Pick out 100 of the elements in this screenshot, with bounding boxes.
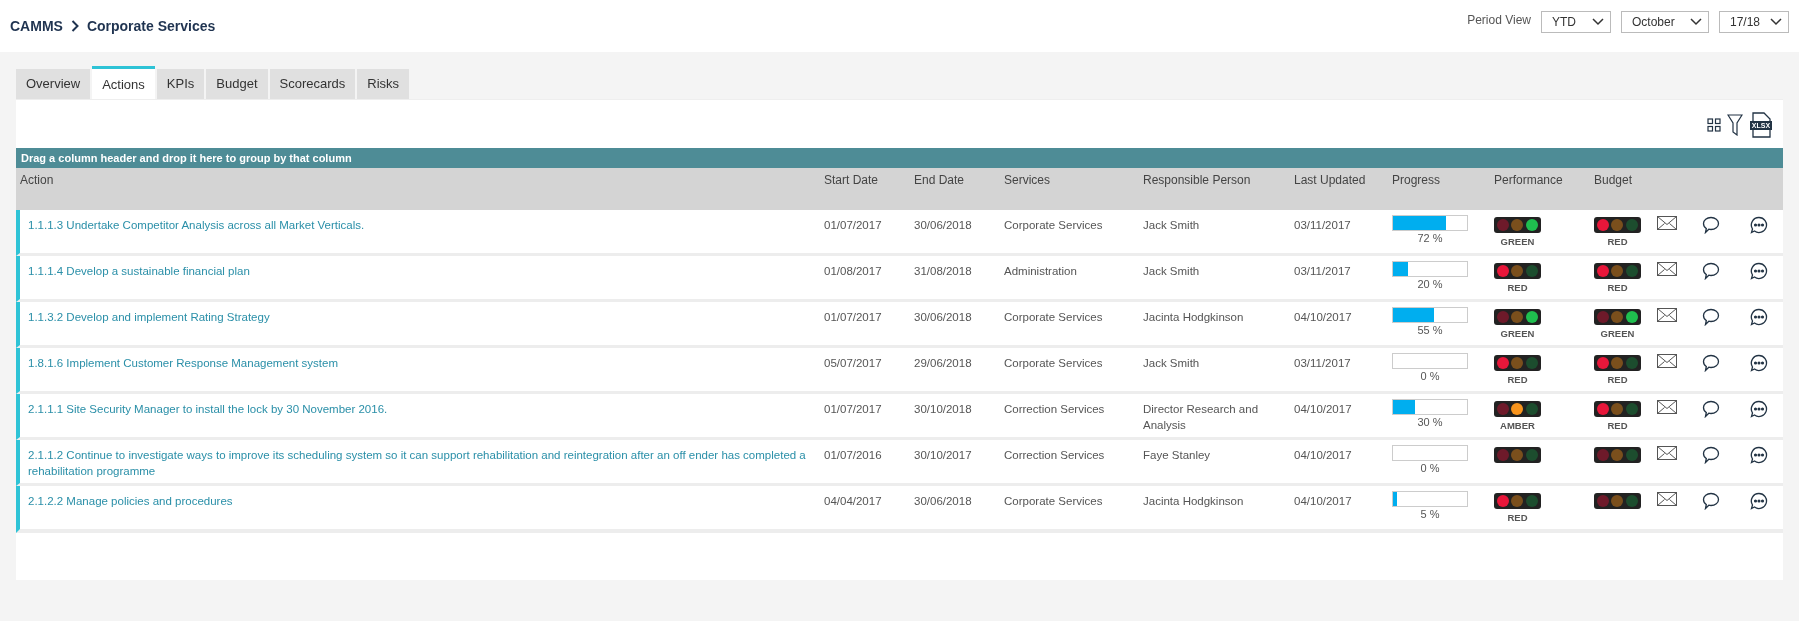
breadcrumb-item: Corporate Services xyxy=(86,18,216,34)
column-header[interactable]: Services xyxy=(1004,168,1143,210)
progress-percent: 0 % xyxy=(1419,370,1441,382)
chevron-down-icon xyxy=(1770,18,1782,26)
table-cell-text: 03/11/2017 xyxy=(1294,356,1352,371)
table-cell-text: 30/06/2018 xyxy=(914,310,973,325)
grid-icon[interactable] xyxy=(1707,118,1721,132)
comment-icon[interactable] xyxy=(1702,446,1720,464)
status-label: GREEN xyxy=(1499,328,1536,339)
mail-icon[interactable] xyxy=(1657,400,1677,414)
table-cell-text: Administration xyxy=(1004,264,1078,279)
table-cell-text: 01/07/2017 xyxy=(824,402,883,417)
comment-icon[interactable] xyxy=(1702,400,1720,418)
table-cell-text: Jacinta Hodgkinson xyxy=(1143,310,1245,325)
column-header[interactable]: Responsible Person xyxy=(1143,168,1294,210)
column-header[interactable]: Last Updated xyxy=(1294,168,1392,210)
table-cell-text: 03/11/2017 xyxy=(1294,264,1352,279)
column-header[interactable]: End Date xyxy=(914,168,1004,210)
status-label: RED xyxy=(1506,512,1529,523)
tab[interactable]: Scorecards xyxy=(269,69,356,99)
comment-icon[interactable] xyxy=(1702,262,1720,280)
action-link[interactable]: 1.1.1.4 Develop a sustainable financial plan xyxy=(20,256,824,299)
period-select[interactable]: October xyxy=(1621,11,1709,33)
table-cell-text: 30/10/2017 xyxy=(914,448,973,463)
status-label: RED xyxy=(1606,374,1629,385)
chat-icon[interactable] xyxy=(1750,308,1768,326)
comment-icon[interactable] xyxy=(1702,308,1720,326)
table-cell-text: 04/10/2017 xyxy=(1294,310,1353,325)
table-cell-text: 29/06/2018 xyxy=(914,356,973,371)
table-cell-text: Correction Services xyxy=(1004,448,1106,463)
progress-percent: 72 % xyxy=(1416,232,1444,244)
action-link[interactable]: 2.1.1.1 Site Security Manager to install the lock by 30 November 2016. xyxy=(20,394,824,437)
table-cell-text: 01/07/2016 xyxy=(824,448,883,463)
status-label: RED xyxy=(1606,282,1629,293)
status-label: RED xyxy=(1506,282,1529,293)
table-cell-text: 04/10/2017 xyxy=(1294,402,1353,417)
table-cell-text: 30/06/2018 xyxy=(914,494,973,509)
table-cell-text: Director Research and Analysis xyxy=(1143,402,1260,433)
tab[interactable]: KPIs xyxy=(156,69,205,99)
chevron-right-icon xyxy=(70,20,79,32)
action-link[interactable]: 1.1.3.2 Develop and implement Rating Strategy xyxy=(20,302,824,345)
action-link[interactable]: 1.1.1.3 Undertake Competitor Analysis across all Market Verticals. xyxy=(20,210,824,253)
table-cell-text: Correction Services xyxy=(1004,402,1106,417)
status-label: RED xyxy=(1506,374,1529,385)
action-link[interactable]: 1.8.1.6 Implement Customer Response Management system xyxy=(20,348,824,391)
period-view-label: Period View xyxy=(1467,13,1531,27)
table-cell-text: Corporate Services xyxy=(1004,310,1104,325)
chat-icon[interactable] xyxy=(1750,446,1768,464)
progress-percent: 20 % xyxy=(1416,278,1444,290)
table-cell-text: 05/07/2017 xyxy=(824,356,883,371)
status-label: GREEN xyxy=(1599,328,1636,339)
table-cell-text: 01/08/2017 xyxy=(824,264,883,279)
comment-icon[interactable] xyxy=(1702,216,1720,234)
column-header[interactable]: Start Date xyxy=(824,168,914,210)
status-label: RED xyxy=(1606,420,1629,431)
table-cell-text: Faye Stanley xyxy=(1143,448,1212,463)
column-header[interactable]: Action xyxy=(20,168,824,210)
tab[interactable]: Budget xyxy=(206,69,268,99)
mail-icon[interactable] xyxy=(1657,492,1677,506)
tab[interactable]: Risks xyxy=(357,69,410,99)
status-label: GREEN xyxy=(1499,236,1536,247)
table-cell-text: Corporate Services xyxy=(1004,356,1104,371)
period-select[interactable]: YTD xyxy=(1541,11,1611,33)
table-cell-text: Jack Smith xyxy=(1143,218,1201,233)
table-cell-text: Jack Smith xyxy=(1143,356,1201,371)
status-label: RED xyxy=(1606,236,1629,247)
chat-icon[interactable] xyxy=(1750,400,1768,418)
action-link[interactable]: 2.1.1.2 Continue to investigate ways to improve its scheduling system so it can support rehabilitation and reintegration after an off ender has completed a rehabilitation programme xyxy=(20,440,824,483)
tab[interactable]: Overview xyxy=(16,69,91,99)
mail-icon[interactable] xyxy=(1657,354,1677,368)
table-cell-text: 03/11/2017 xyxy=(1294,218,1352,233)
column-header[interactable]: Budget xyxy=(1594,168,1657,210)
column-header[interactable]: Progress xyxy=(1392,168,1494,210)
progress-percent: 0 % xyxy=(1419,462,1441,474)
group-by-bar: Drag a column header and drop it here to group by that column xyxy=(16,148,1783,168)
chat-icon[interactable] xyxy=(1750,492,1768,510)
status-label: AMBER xyxy=(1499,420,1536,431)
mail-icon[interactable] xyxy=(1657,216,1677,230)
tab[interactable]: Actions xyxy=(92,66,155,99)
breadcrumb-item[interactable]: CAMMS xyxy=(10,18,63,34)
chat-icon[interactable] xyxy=(1750,216,1768,234)
column-header[interactable]: Performance xyxy=(1494,168,1594,210)
mail-icon[interactable] xyxy=(1657,308,1677,322)
filter-icon[interactable] xyxy=(1727,114,1743,136)
action-link[interactable]: 2.1.2.2 Manage policies and procedures xyxy=(20,486,824,529)
chevron-down-icon xyxy=(1690,18,1702,26)
period-select[interactable]: 17/18 xyxy=(1719,11,1789,33)
comment-icon[interactable] xyxy=(1702,354,1720,372)
chevron-down-icon xyxy=(1592,18,1604,26)
chat-icon[interactable] xyxy=(1750,354,1768,372)
comment-icon[interactable] xyxy=(1702,492,1720,510)
table-cell-text: 30/10/2018 xyxy=(914,402,973,417)
table-cell-text: 04/04/2017 xyxy=(824,494,883,509)
progress-percent: 55 % xyxy=(1416,324,1444,336)
mail-icon[interactable] xyxy=(1657,446,1677,460)
chat-icon[interactable] xyxy=(1750,262,1768,280)
table-cell-text: Jack Smith xyxy=(1143,264,1201,279)
table-cell-text: Jacinta Hodgkinson xyxy=(1143,494,1245,509)
progress-percent: 5 % xyxy=(1419,508,1441,520)
mail-icon[interactable] xyxy=(1657,262,1677,276)
